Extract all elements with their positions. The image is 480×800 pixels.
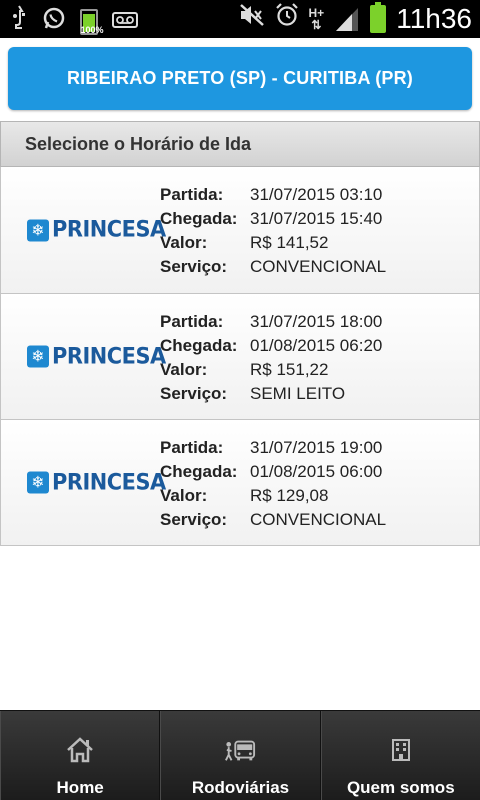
departure-value: 31/07/2015 19:00 [250, 438, 383, 457]
service-value: SEMI LEITO [250, 384, 346, 403]
arrival-label: Chegada: [160, 462, 238, 481]
arrival-label: Chegada: [160, 209, 238, 228]
trip-item[interactable]: ❄ PRINCESA Partida: 31/07/2015 18:00 Che… [0, 294, 480, 420]
snowflake-icon: ❄ [27, 471, 49, 494]
bus-station-icon [224, 735, 256, 765]
route-header-button[interactable]: RIBEIRAO PRETO (SP) - CURITIBA (PR) [8, 47, 472, 110]
battery-icon: 100% [80, 9, 104, 35]
departure-label: Partida: [160, 312, 224, 331]
arrival-value: 01/08/2015 06:20 [250, 336, 383, 355]
departure-row: Partida: 31/07/2015 18:00 [160, 310, 382, 334]
service-value: CONVENCIONAL [250, 510, 387, 529]
price-value: R$ 129,08 [250, 486, 329, 505]
battery-icon [370, 2, 387, 33]
status-left: 100% [10, 5, 138, 39]
signal-icon [334, 5, 360, 33]
nav-quem-somos-label: Quem somos [346, 778, 455, 797]
service-value: CONVENCIONAL [250, 257, 387, 276]
price-label: Valor: [160, 233, 208, 252]
nav-home[interactable]: Home [0, 711, 161, 800]
trip-details: Partida: 31/07/2015 03:10 Chegada: 31/07… [160, 183, 386, 279]
mute-icon [239, 3, 265, 35]
bottom-nav: Home Rodoviárias Quem somos [0, 710, 480, 800]
nav-rodoviarias-label: Rodoviárias [191, 778, 290, 797]
service-label: Serviço: [160, 384, 228, 403]
home-icon [64, 735, 96, 765]
network-icon: H+ ⇅ [308, 6, 325, 32]
company-name: PRINCESA [52, 217, 166, 243]
departure-value: 31/07/2015 18:00 [250, 312, 383, 331]
departure-value: 31/07/2015 03:10 [250, 185, 383, 204]
alarm-icon [275, 3, 299, 35]
departure-label: Partida: [160, 185, 224, 204]
price-label: Valor: [160, 486, 208, 505]
service-row: Serviço: SEMI LEITO [160, 382, 382, 406]
service-row: Serviço: CONVENCIONAL [160, 508, 386, 532]
service-label: Serviço: [160, 510, 228, 529]
service-label: Serviço: [160, 257, 228, 276]
section-title: Selecione o Horário de Ida [0, 121, 480, 167]
arrival-value: 31/07/2015 15:40 [250, 209, 383, 228]
company-name: PRINCESA [52, 470, 166, 495]
trip-item[interactable]: ❄ PRINCESA Partida: 31/07/2015 03:10 Che… [0, 167, 480, 294]
nav-quem-somos[interactable]: Quem somos [320, 711, 480, 800]
company-logo: ❄ PRINCESA [27, 470, 172, 495]
company-logo: ❄ PRINCESA [27, 344, 172, 369]
building-icon [385, 735, 417, 765]
price-row: Valor: R$ 141,52 [160, 231, 386, 255]
usb-icon [10, 5, 28, 39]
company-name: PRINCESA [52, 344, 166, 369]
network-label: H+ [308, 6, 325, 20]
battery-percent: 100% [80, 25, 104, 35]
snowflake-icon: ❄ [27, 219, 49, 241]
departure-row: Partida: 31/07/2015 03:10 [160, 183, 386, 207]
arrival-row: Chegada: 01/08/2015 06:00 [160, 460, 386, 484]
clock: 11h36 [396, 3, 472, 34]
arrival-label: Chegada: [160, 336, 238, 355]
departure-label: Partida: [160, 438, 224, 457]
price-row: Valor: R$ 129,08 [160, 484, 386, 508]
whatsapp-icon [42, 6, 66, 38]
status-bar: 100% H+ ⇅ 11h36 [0, 0, 480, 38]
trip-details: Partida: 31/07/2015 18:00 Chegada: 01/08… [160, 310, 382, 406]
price-row: Valor: R$ 151,22 [160, 358, 382, 382]
trip-item[interactable]: ❄ PRINCESA Partida: 31/07/2015 19:00 Che… [0, 420, 480, 546]
departure-row: Partida: 31/07/2015 19:00 [160, 436, 386, 460]
company-logo: ❄ PRINCESA [27, 218, 172, 243]
service-row: Serviço: CONVENCIONAL [160, 255, 386, 279]
snowflake-icon: ❄ [27, 345, 49, 368]
arrival-value: 01/08/2015 06:00 [250, 462, 383, 481]
price-value: R$ 141,52 [250, 233, 329, 252]
arrival-row: Chegada: 31/07/2015 15:40 [160, 207, 386, 231]
price-value: R$ 151,22 [250, 360, 329, 379]
price-label: Valor: [160, 360, 208, 379]
voicemail-icon [112, 8, 138, 36]
arrival-row: Chegada: 01/08/2015 06:20 [160, 334, 382, 358]
nav-home-label: Home [56, 778, 104, 797]
trip-list: ❄ PRINCESA Partida: 31/07/2015 03:10 Che… [0, 167, 480, 546]
status-right: H+ ⇅ 11h36 [239, 2, 472, 35]
trip-details: Partida: 31/07/2015 19:00 Chegada: 01/08… [160, 436, 386, 532]
nav-rodoviarias[interactable]: Rodoviárias [160, 711, 321, 800]
